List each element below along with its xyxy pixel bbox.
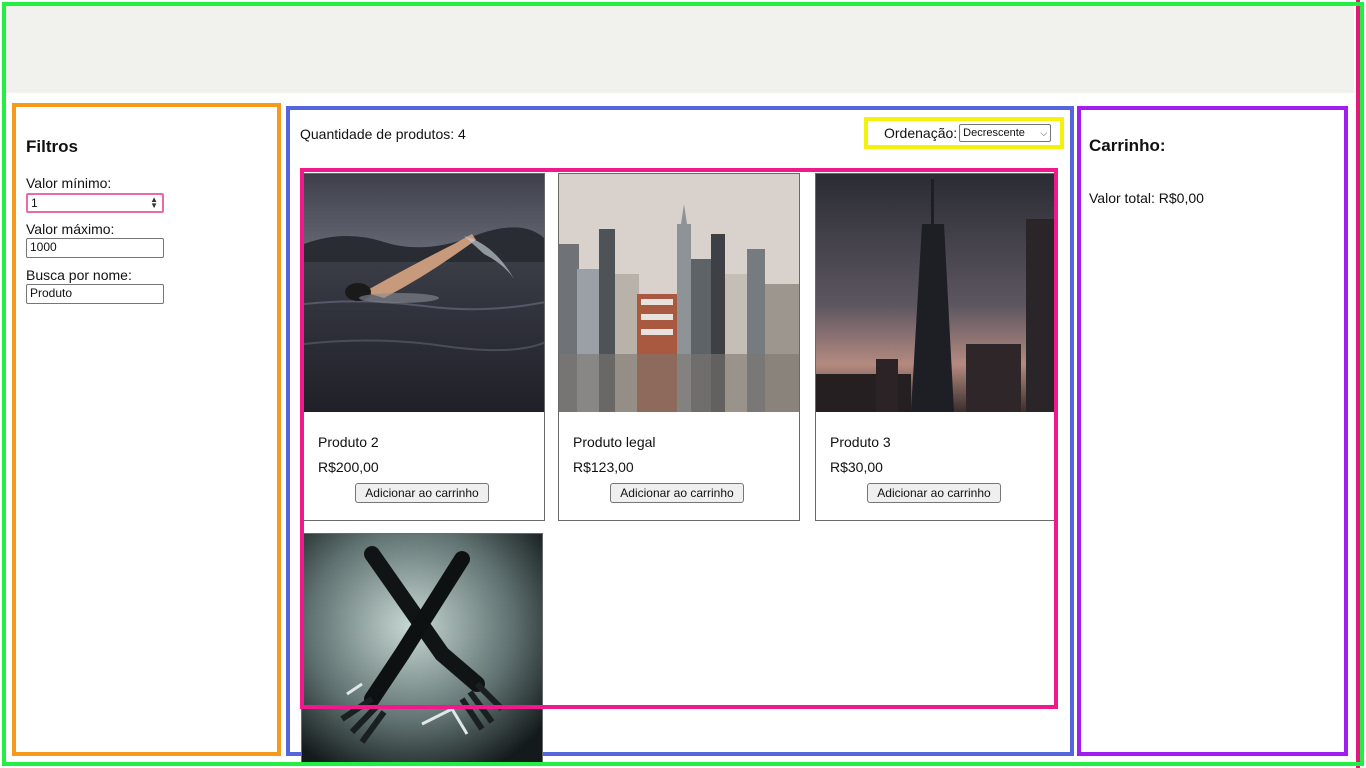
filters-title: Filtros [26, 137, 78, 156]
min-value-text: 1 [31, 196, 38, 210]
product-price: R$200,00 [318, 459, 379, 475]
filters-panel: Filtros Valor mínimo: 1 ▲ ▼ Valor máximo:… [12, 103, 281, 756]
tower-photo [816, 174, 1056, 412]
sort-selected-value: Decrescente [963, 127, 1025, 139]
name-search-input[interactable]: Produto [26, 284, 164, 304]
product-card: Produto 3 R$30,00 Adicionar ao carrinho [815, 173, 1057, 521]
min-value-input[interactable]: 1 ▲ ▼ [26, 193, 164, 213]
city-skyline-photo [559, 174, 799, 412]
top-header-bar [6, 6, 1354, 93]
product-price: R$123,00 [573, 459, 634, 475]
cart-title: Carrinho: [1089, 136, 1166, 155]
cart-total: Valor total: R$0,00 [1089, 190, 1204, 206]
name-search-label: Busca por nome: [26, 267, 132, 283]
sort-select[interactable]: Decrescente ⌵ [959, 124, 1052, 142]
max-value-input[interactable]: 1000 [26, 238, 164, 258]
sort-label: Ordenação: [884, 125, 958, 141]
product-name: Produto legal [573, 434, 656, 450]
max-value-label: Valor máximo: [26, 221, 115, 237]
sort-control: Ordenação: Decrescente ⌵ [864, 117, 1064, 149]
cart-panel: Carrinho: Valor total: R$0,00 [1077, 106, 1348, 756]
product-count: Quantidade de produtos: 4 [300, 126, 466, 142]
right-edge-strip [1356, 0, 1360, 768]
add-to-cart-button[interactable]: Adicionar ao carrinho [610, 483, 744, 503]
products-panel: Quantidade de produtos: 4 Ordenação: Dec… [286, 106, 1074, 764]
product-card: Produto 2 R$200,00 Adicionar ao carrinho [303, 173, 545, 521]
product-price: R$30,00 [830, 459, 883, 475]
forks-photo [302, 534, 542, 764]
product-name: Produto 2 [318, 434, 379, 450]
add-to-cart-button[interactable]: Adicionar ao carrinho [867, 483, 1001, 503]
chevron-down-icon: ⌵ [1040, 127, 1048, 138]
product-card [301, 533, 543, 764]
number-spinner-icon[interactable]: ▲ ▼ [150, 196, 158, 210]
min-value-label: Valor mínimo: [26, 175, 112, 191]
max-value-text: 1000 [30, 240, 57, 254]
swimmer-photo [304, 174, 544, 412]
product-card: Produto legal R$123,00 Adicionar ao carr… [558, 173, 800, 521]
product-name: Produto 3 [830, 434, 891, 450]
add-to-cart-button[interactable]: Adicionar ao carrinho [355, 483, 489, 503]
name-search-text: Produto [30, 286, 73, 300]
